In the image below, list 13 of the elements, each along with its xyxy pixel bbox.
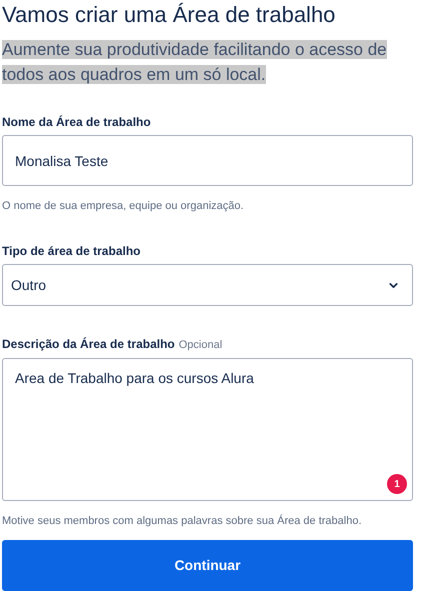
type-select[interactable]: Outro: [2, 264, 413, 306]
optional-label: Opcional: [178, 339, 222, 351]
field-label: Tipo de área de trabalho: [2, 244, 140, 258]
continue-button[interactable]: Continuar: [2, 540, 413, 591]
name-input-field[interactable]: Monalisa Teste: [2, 135, 413, 186]
help-text: Motive seus membros com algumas palavras sobre sua Área de trabalho.: [2, 514, 363, 528]
page-title: Vamos criar uma Área de trabalho: [2, 1, 336, 29]
count-badge: 1: [387, 474, 407, 494]
description-text-area[interactable]: Area de Trabalho para os cursos Alura 1: [2, 358, 413, 501]
subtitle: Aumente sua produtividade facilitando o acesso de todos aos quadros em um só local.: [2, 39, 388, 86]
help-text: O nome de sua empresa, equipe ou organização.: [2, 199, 245, 213]
field-label: Nome da Área de trabalho: [2, 115, 151, 129]
field-label: Descrição da Área de trabalho: [2, 337, 175, 351]
